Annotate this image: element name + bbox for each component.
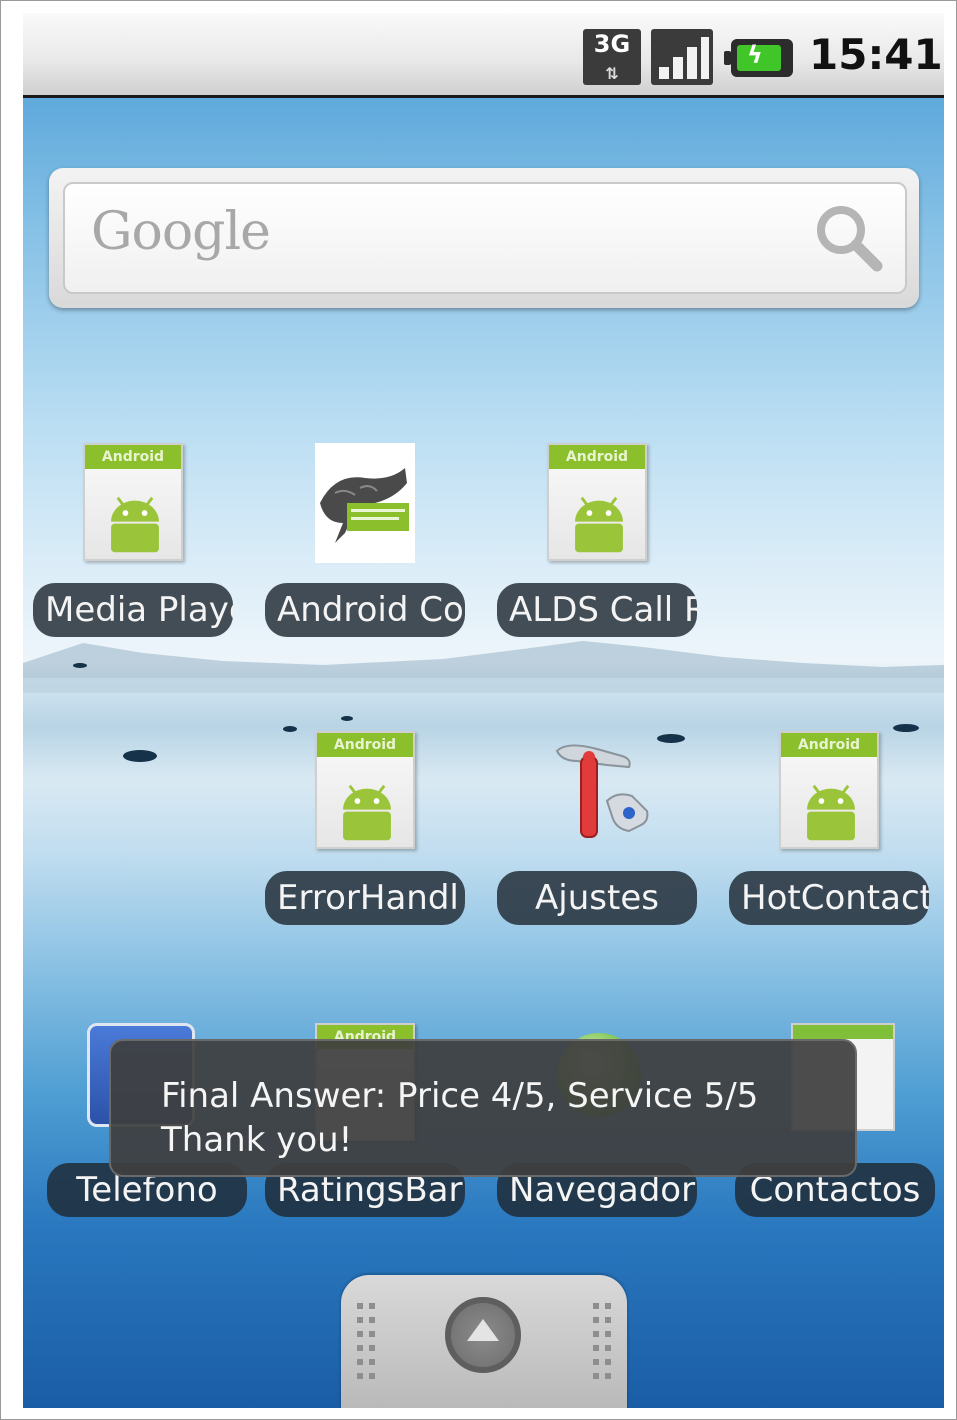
app-label: HotContact — [729, 871, 929, 925]
app-media-player[interactable]: Android Media Playe — [23, 443, 243, 643]
google-search-widget[interactable]: Google — [49, 168, 919, 308]
network-3g-icon: 3G ⇅ — [583, 29, 641, 85]
grip-dots-left — [357, 1303, 375, 1379]
arrow-up-icon[interactable] — [445, 1297, 521, 1373]
app-alds-call[interactable]: Android ALDS Call R — [487, 443, 707, 643]
android-app-icon: Android — [779, 731, 879, 851]
app-label: Media Playe — [33, 583, 233, 637]
app-label: ErrorHandl — [265, 871, 465, 925]
app-label: Android Co — [265, 583, 465, 637]
home-screen: 3G ⇅ ϟ 15:41 Google Android Media Playe … — [23, 13, 944, 1408]
data-arrows-icon: ⇅ — [605, 64, 619, 83]
android-app-icon: Android — [547, 443, 647, 563]
device-frame: 3G ⇅ ϟ 15:41 Google Android Media Playe … — [0, 0, 957, 1420]
android-app-icon: Android — [83, 443, 183, 563]
app-drawer-handle[interactable] — [341, 1275, 627, 1408]
search-input[interactable]: Google — [63, 182, 907, 294]
toast-message: Final Answer: Price 4/5, Service 5/5 Tha… — [109, 1039, 857, 1177]
app-android-cookbook[interactable]: Android Co — [255, 443, 475, 643]
status-bar: 3G ⇅ ϟ 15:41 — [23, 13, 944, 98]
app-hotcontact[interactable]: Android HotContact — [719, 731, 939, 931]
google-logo: Google — [91, 202, 271, 262]
network-type: 3G — [593, 30, 631, 58]
app-label: Ajustes — [497, 871, 697, 925]
app-ajustes[interactable]: Ajustes — [487, 731, 707, 931]
android-app-icon: Android — [315, 731, 415, 851]
clock: 15:41 — [809, 30, 943, 79]
toast-line-1: Final Answer: Price 4/5, Service 5/5 — [161, 1076, 759, 1116]
battery-charging-icon: ϟ — [724, 39, 793, 77]
grip-dots-right — [593, 1303, 611, 1379]
android-cookbook-icon — [315, 443, 415, 563]
toast-line-2: Thank you! — [161, 1120, 353, 1160]
signal-strength-icon — [651, 29, 713, 85]
app-label: ALDS Call R — [497, 583, 697, 637]
search-icon[interactable] — [811, 200, 887, 276]
app-error-handler[interactable]: Android ErrorHandl — [255, 731, 475, 931]
settings-tools-icon — [547, 731, 649, 851]
